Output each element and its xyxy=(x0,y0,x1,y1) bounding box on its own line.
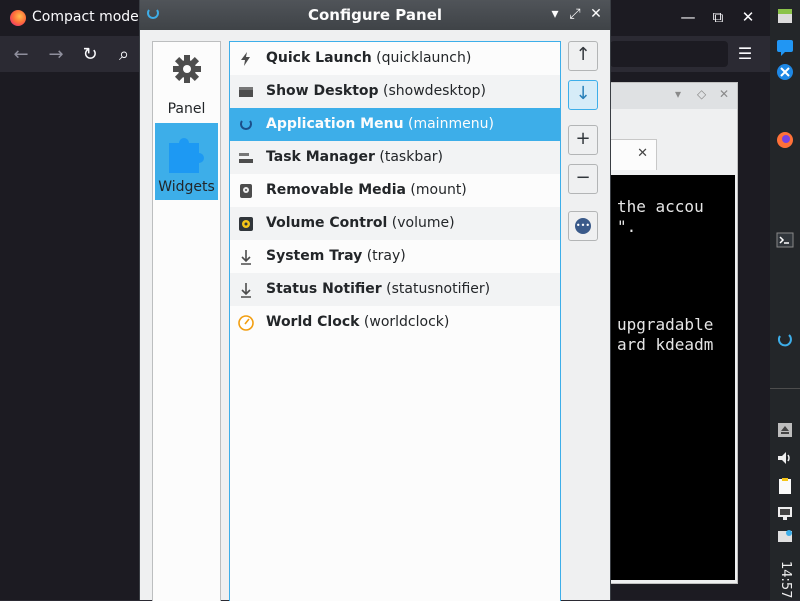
widget-id: (quicklaunch) xyxy=(376,50,472,66)
widget-id: (volume) xyxy=(391,215,455,231)
gear-icon xyxy=(173,55,201,83)
category-widgets[interactable]: Widgets xyxy=(155,123,218,200)
taskbar-separator xyxy=(770,388,800,389)
terminal-maximize-button[interactable]: ◇ xyxy=(697,87,706,101)
puzzle-icon xyxy=(169,138,204,173)
list-item[interactable]: World Clock (worldclock) xyxy=(230,306,560,339)
add-widget-button[interactable]: + xyxy=(568,125,598,155)
remove-widget-button[interactable]: − xyxy=(568,164,598,194)
terminal-screen[interactable]: the accou ". upgradable ard kdeadm xyxy=(609,175,735,580)
tray-icon xyxy=(241,250,251,265)
widget-id: (mainmenu) xyxy=(408,116,494,132)
widget-id: (statusnotifier) xyxy=(386,281,491,297)
widget-name: Quick Launch xyxy=(266,50,372,66)
widget-id: (showdesktop) xyxy=(383,83,486,99)
terminal-line: ard kdeadm xyxy=(617,335,714,354)
list-item[interactable]: Task Manager (taskbar) xyxy=(230,141,560,174)
list-item[interactable]: Status Notifier (statusnotifier) xyxy=(230,273,560,306)
terminal-line: upgradable xyxy=(617,315,714,334)
browser-close-button[interactable]: ✕ xyxy=(738,8,758,26)
list-item[interactable]: Removable Media (mount) xyxy=(230,174,560,207)
notifications-icon[interactable] xyxy=(775,528,795,548)
widget-id: (mount) xyxy=(410,182,467,198)
url-bar[interactable] xyxy=(610,41,728,67)
browser-maximize-button[interactable]: ⧉ xyxy=(708,8,728,26)
widget-list[interactable]: Quick Launch (quicklaunch) Show Desktop … xyxy=(229,41,561,601)
app-launcher-icon[interactable] xyxy=(775,62,795,82)
terminal-close-button[interactable]: ✕ xyxy=(719,87,729,101)
clock-icon xyxy=(238,315,254,331)
category-panel-label: Panel xyxy=(167,101,206,117)
dialog-minimize-button[interactable]: ▾ xyxy=(546,6,564,22)
configure-icon: ••• xyxy=(575,217,591,234)
forward-button[interactable]: → xyxy=(45,44,67,65)
clipboard-icon[interactable] xyxy=(775,476,795,496)
app-menu-task-icon[interactable] xyxy=(775,330,795,350)
configure-panel-dialog: Configure Panel ▾ ⤢ ✕ Panel Widgets Quic… xyxy=(139,0,611,601)
widget-name: System Tray xyxy=(266,248,363,264)
widget-name: Removable Media xyxy=(266,182,406,198)
terminal-tab-close-button[interactable]: ✕ xyxy=(637,146,648,161)
widget-name: Task Manager xyxy=(266,149,375,165)
lightning-icon xyxy=(241,52,250,66)
desktop-icon xyxy=(239,87,253,97)
chat-icon[interactable] xyxy=(775,38,795,58)
firefox-icon xyxy=(10,10,26,26)
browser-tab-title[interactable]: Compact mode xyxy=(32,9,139,25)
dialog-maximize-button[interactable]: ⤢ xyxy=(566,6,584,22)
widget-name: Application Menu xyxy=(266,116,404,132)
category-list: Panel Widgets xyxy=(152,41,221,601)
notifier-icon xyxy=(241,283,251,298)
back-button[interactable]: ← xyxy=(10,44,32,65)
dialog-close-button[interactable]: ✕ xyxy=(587,6,605,22)
category-widgets-label: Widgets xyxy=(158,179,215,195)
move-down-button[interactable]: ↓ xyxy=(568,80,598,110)
eject-icon[interactable] xyxy=(775,420,795,440)
drive-icon xyxy=(240,184,252,198)
browser-minimize-button[interactable]: — xyxy=(678,8,698,26)
move-up-button[interactable]: ↑ xyxy=(568,41,598,71)
list-item[interactable]: Show Desktop (showdesktop) xyxy=(230,75,560,108)
dialog-titlebar[interactable]: Configure Panel ▾ ⤢ ✕ xyxy=(140,0,610,30)
category-panel[interactable]: Panel xyxy=(155,44,218,121)
widget-id: (worldclock) xyxy=(363,314,450,330)
terminal-line: the accou xyxy=(617,197,704,216)
firefox-task-icon[interactable] xyxy=(775,130,795,150)
widget-id: (tray) xyxy=(366,248,406,264)
browser-menu-button[interactable]: ☰ xyxy=(734,44,756,63)
widget-name: Volume Control xyxy=(266,215,388,231)
terminal-tab[interactable]: ✕ xyxy=(609,139,657,170)
terminal-window: ▾ ◇ ✕ ✕ the accou ". upgradable ard kdea… xyxy=(600,82,738,584)
clock[interactable]: 14:57 xyxy=(770,561,800,598)
search-icon[interactable]: ⌕ xyxy=(113,44,135,65)
widget-name: Show Desktop xyxy=(266,83,379,99)
configure-widget-button[interactable]: ••• xyxy=(568,211,598,241)
terminal-line: ". xyxy=(617,217,637,236)
terminal-titlebar: ▾ ◇ ✕ xyxy=(601,83,737,109)
app-menu-icon xyxy=(240,120,252,130)
widget-id: (taskbar) xyxy=(379,149,444,165)
list-item[interactable]: Quick Launch (quicklaunch) xyxy=(230,42,560,75)
list-item[interactable]: System Tray (tray) xyxy=(230,240,560,273)
taskbar-icon xyxy=(239,153,253,163)
widget-name: World Clock xyxy=(266,314,360,330)
volume-icon[interactable] xyxy=(775,448,795,468)
terminal-minimize-button[interactable]: ▾ xyxy=(675,87,681,101)
widget-name: Status Notifier xyxy=(266,281,382,297)
desktop-switcher-icon[interactable] xyxy=(775,6,795,26)
network-icon[interactable] xyxy=(775,503,795,523)
dialog-title: Configure Panel xyxy=(307,6,443,24)
list-item[interactable]: Volume Control (volume) xyxy=(230,207,560,240)
list-item[interactable]: Application Menu (mainmenu) xyxy=(230,108,560,141)
speaker-icon xyxy=(239,217,253,231)
terminal-task-icon[interactable] xyxy=(775,230,795,250)
reload-button[interactable]: ↻ xyxy=(79,44,101,65)
